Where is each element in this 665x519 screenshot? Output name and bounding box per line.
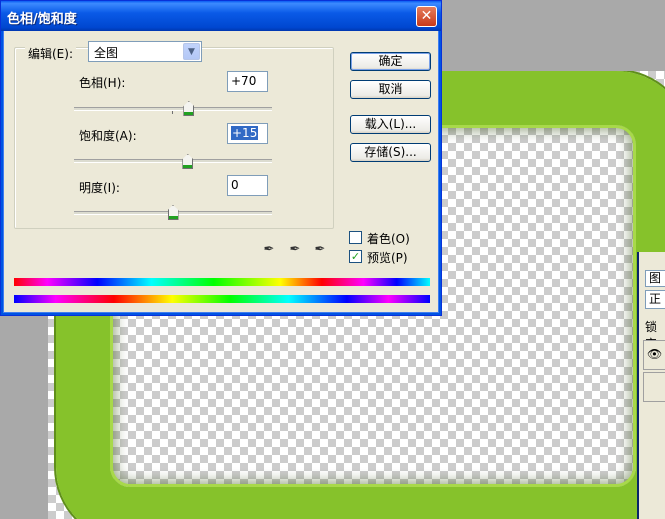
output-hue-bar [14,295,430,303]
eye-icon[interactable]: 👁 [647,348,663,360]
cancel-button[interactable]: 取消 [350,80,431,99]
edit-selected-value: 全图 [94,46,119,60]
ok-button[interactable]: 确定 [350,52,431,71]
adjustment-group [14,47,334,229]
hue-label: 色相(H): [79,76,126,90]
eyedropper-plus-icon[interactable]: ✒ [287,242,303,258]
colorize-checkbox[interactable] [349,231,362,244]
saturation-input[interactable]: +15 [227,123,268,144]
hue-input[interactable]: +70 [227,71,268,92]
chevron-down-icon[interactable]: ▼ [183,43,200,60]
layer-row[interactable] [643,372,665,402]
edit-dropdown[interactable]: 全图 ▼ [88,41,202,62]
input-hue-bar [14,278,430,286]
close-button[interactable]: ✕ [416,6,437,27]
saturation-slider-track[interactable] [74,159,272,163]
hue-slider-track[interactable] [74,107,272,111]
layers-tab[interactable]: 图 [645,270,665,287]
blend-mode-select[interactable]: 正 [645,290,665,309]
dialog-body: 编辑(E): 全图 ▼ 色相(H): +70 饱和度(A): +15 明度(I)… [4,31,440,314]
layer-row[interactable]: 👁 [643,340,665,370]
dialog-title: 色相/饱和度 [7,12,77,27]
eyedropper-minus-icon[interactable]: ✒ [312,242,328,258]
hue-saturation-dialog: 色相/饱和度 ✕ 编辑(E): 全图 ▼ 色相(H): +70 饱和度(A): … [0,0,442,316]
preview-checkbox[interactable]: ✓ [349,250,362,263]
edit-label: 编辑(E): [25,45,76,62]
save-button[interactable]: 存储(S)... [350,143,431,162]
title-bar[interactable]: 色相/饱和度 ✕ [1,1,441,31]
load-button[interactable]: 载入(L)... [350,115,431,134]
close-icon: ✕ [420,8,433,24]
preview-label[interactable]: 预览(P) [367,249,408,266]
colorize-label[interactable]: 着色(O) [367,230,410,247]
saturation-label: 饱和度(A): [79,129,137,143]
lightness-input[interactable]: 0 [227,175,268,196]
eyedropper-icon[interactable]: ✒ [261,242,277,258]
layers-panel: 图 正 锁定 👁 [637,252,665,519]
lightness-label: 明度(I): [79,181,120,195]
hue-slider-center-tick [172,111,173,114]
saturation-value: +15 [231,126,259,140]
